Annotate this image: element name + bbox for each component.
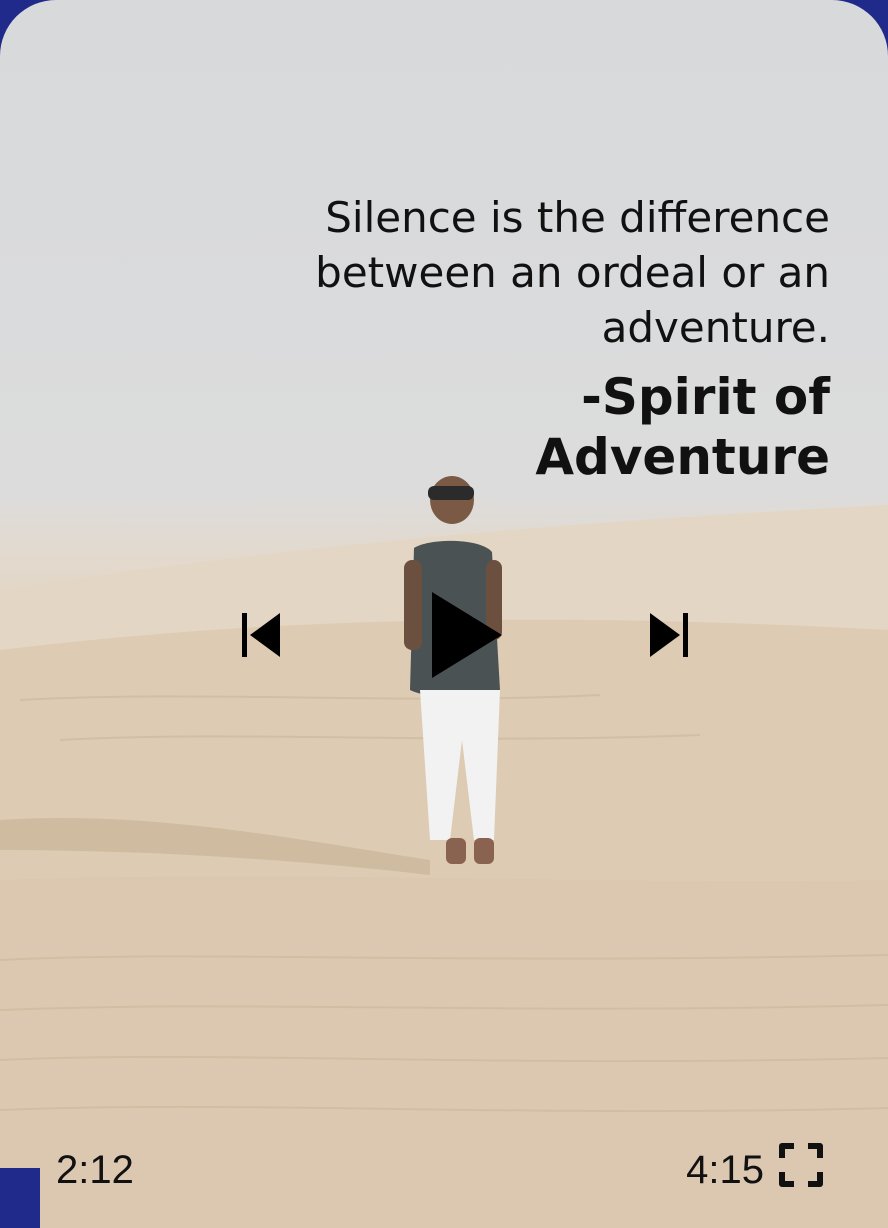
skip-next-icon	[650, 613, 688, 657]
skip-previous-icon	[242, 613, 280, 657]
previous-button[interactable]	[236, 610, 286, 660]
total-time: 4:15	[686, 1148, 764, 1192]
quote-block: Silence is the difference between an ord…	[270, 190, 830, 487]
player-card: Silence is the difference between an ord…	[0, 0, 888, 1228]
current-time: 2:12	[56, 1148, 134, 1192]
playback-controls	[0, 590, 888, 690]
next-button[interactable]	[644, 610, 694, 660]
fullscreen-button[interactable]	[778, 1142, 824, 1188]
play-icon	[432, 592, 502, 678]
background-edge	[0, 1168, 40, 1228]
quote-text: Silence is the difference between an ord…	[315, 193, 830, 352]
play-button[interactable]	[424, 590, 508, 680]
fullscreen-icon	[779, 1143, 823, 1187]
quote-author: -Spirit of Adventure	[535, 368, 830, 486]
